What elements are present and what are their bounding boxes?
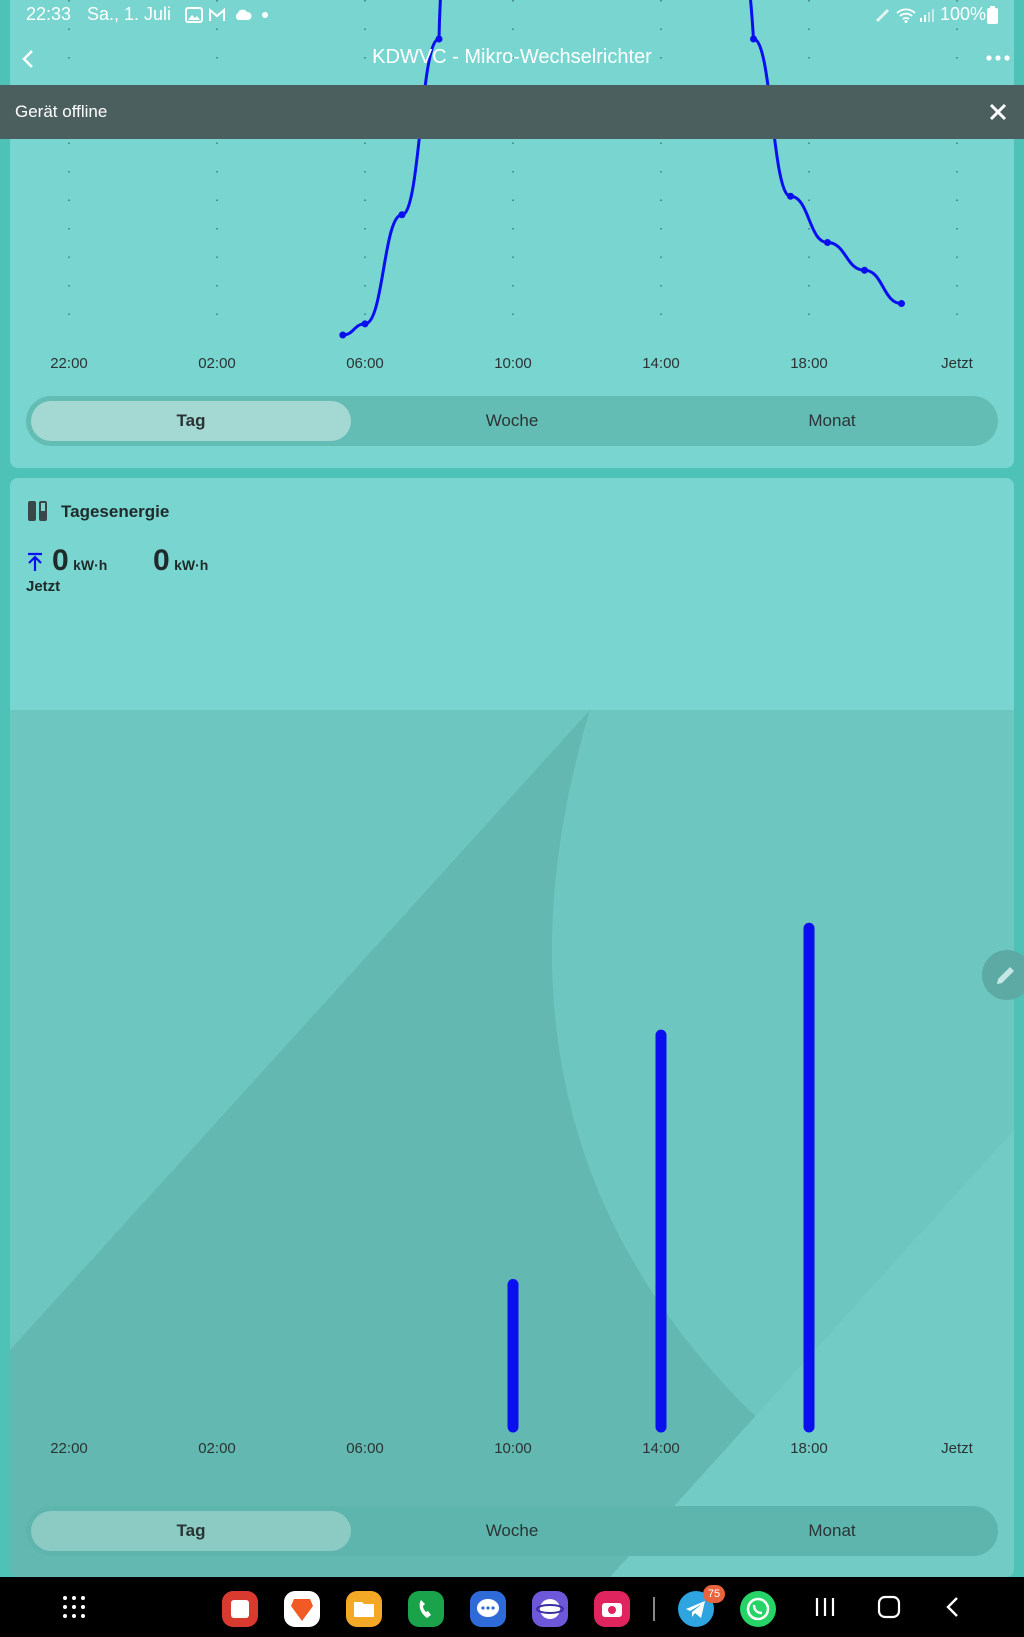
message-icon: [477, 1599, 499, 1617]
card-title: Tagesenergie: [61, 502, 170, 521]
x-tick-label: 02:00: [198, 1440, 236, 1457]
tab-woche-top[interactable]: Woche: [352, 401, 672, 441]
data-point: [898, 300, 905, 308]
status-time: 22:33: [26, 4, 72, 24]
tab-monat-top[interactable]: Monat: [672, 401, 992, 441]
internet-app[interactable]: [532, 1591, 568, 1627]
data-point: [787, 192, 794, 200]
period-selector-top: Tag Woche Monat: [26, 396, 998, 446]
data-point: [339, 331, 347, 339]
app-header: KDWVC - Mikro-Wechselrichter: [0, 30, 1024, 84]
battery-percent: 100%: [940, 4, 987, 24]
notes-icon: [231, 1600, 249, 1618]
data-point: [824, 239, 831, 246]
x-tick-label: Jetzt: [941, 1440, 974, 1457]
pen-icon: [875, 8, 890, 23]
cloud-icon: [235, 9, 252, 20]
x-tick-label: 22:00: [50, 355, 88, 372]
app-drawer-icon[interactable]: [62, 1595, 86, 1619]
export-unit: kW·h: [73, 557, 108, 573]
folder-icon: [354, 1602, 374, 1617]
x-tick-label: 22:00: [50, 1440, 88, 1457]
x-tick-label: Jetzt: [941, 355, 974, 372]
back-nav-icon[interactable]: [943, 1595, 963, 1619]
image-icon: [185, 7, 203, 23]
data-point: [361, 320, 369, 328]
x-tick-label: 10:00: [494, 355, 532, 372]
status-date: Sa., 1. Juli: [87, 4, 172, 24]
dot-icon: [262, 12, 268, 18]
x-tick-label: 06:00: [346, 355, 384, 372]
pencil-icon: [997, 967, 1014, 984]
dock-divider: [653, 1597, 655, 1621]
x-tick-label: 18:00: [790, 1440, 828, 1457]
files-app[interactable]: [346, 1591, 382, 1627]
export-energy: 0 kW·h: [52, 544, 107, 578]
camera-icon: [602, 1603, 622, 1617]
phone-app[interactable]: [408, 1591, 444, 1627]
phone-icon: [419, 1600, 431, 1618]
gmail-icon: [209, 7, 225, 21]
messages-app[interactable]: [470, 1591, 506, 1627]
page-title: KDWVC - Mikro-Wechselrichter: [372, 46, 652, 68]
status-bar: 22:33 Sa., 1. Juli 100%: [0, 0, 1024, 30]
offline-message: Gerät offline: [15, 102, 108, 121]
x-tick-label: 06:00: [346, 1440, 384, 1457]
brave-app[interactable]: [284, 1591, 320, 1627]
notification-badge: 75: [703, 1585, 725, 1603]
tab-monat-bottom[interactable]: Monat: [672, 1511, 992, 1551]
sticky-notes-app[interactable]: [222, 1591, 258, 1627]
import-unit: kW·h: [174, 557, 209, 573]
whatsapp-icon: [746, 1597, 770, 1621]
close-icon[interactable]: [986, 100, 1010, 124]
more-icon[interactable]: [985, 50, 1011, 66]
x-tick-label: 14:00: [642, 355, 680, 372]
import-value: 0: [153, 544, 170, 577]
x-tick-label: 02:00: [198, 355, 236, 372]
navigation-bar: 75: [0, 1577, 1024, 1637]
edit-button[interactable]: [982, 950, 1024, 1000]
export-arrow-icon: [28, 552, 42, 571]
tab-woche-bottom[interactable]: Woche: [352, 1511, 672, 1551]
export-value: 0: [52, 544, 69, 577]
home-icon[interactable]: [877, 1595, 901, 1619]
offline-banner: Gerät offline: [0, 85, 1024, 139]
data-point: [861, 266, 868, 274]
period-selector-bottom: Tag Woche Monat: [26, 1506, 998, 1556]
whatsapp-app[interactable]: [740, 1591, 776, 1627]
recents-icon[interactable]: [813, 1596, 837, 1618]
x-tick-label: 10:00: [494, 1440, 532, 1457]
tab-tag-bottom[interactable]: Tag: [31, 1511, 351, 1551]
daily-energy-card: Tagesenergie 0 kW·h Jetzt 0 kW·h 22:00 02…: [10, 478, 1014, 1577]
data-point: [398, 211, 406, 219]
import-energy: 0 kW·h: [153, 544, 208, 578]
internet-icon: [536, 1599, 564, 1619]
export-label: Jetzt: [26, 578, 61, 595]
tab-tag-top[interactable]: Tag: [31, 401, 351, 441]
energy-card-icon: [28, 501, 47, 521]
signal-icon: [920, 9, 934, 22]
x-tick-label: 14:00: [642, 1440, 680, 1457]
camera-app[interactable]: [594, 1591, 630, 1627]
brave-icon: [291, 1599, 313, 1621]
battery-icon: [987, 6, 998, 24]
energy-bar-chart: 22:00 02:00 06:00 10:00 14:00 18:00 Jetzt: [50, 922, 974, 1457]
wifi-icon: [896, 8, 916, 23]
x-tick-label: 18:00: [790, 355, 828, 372]
